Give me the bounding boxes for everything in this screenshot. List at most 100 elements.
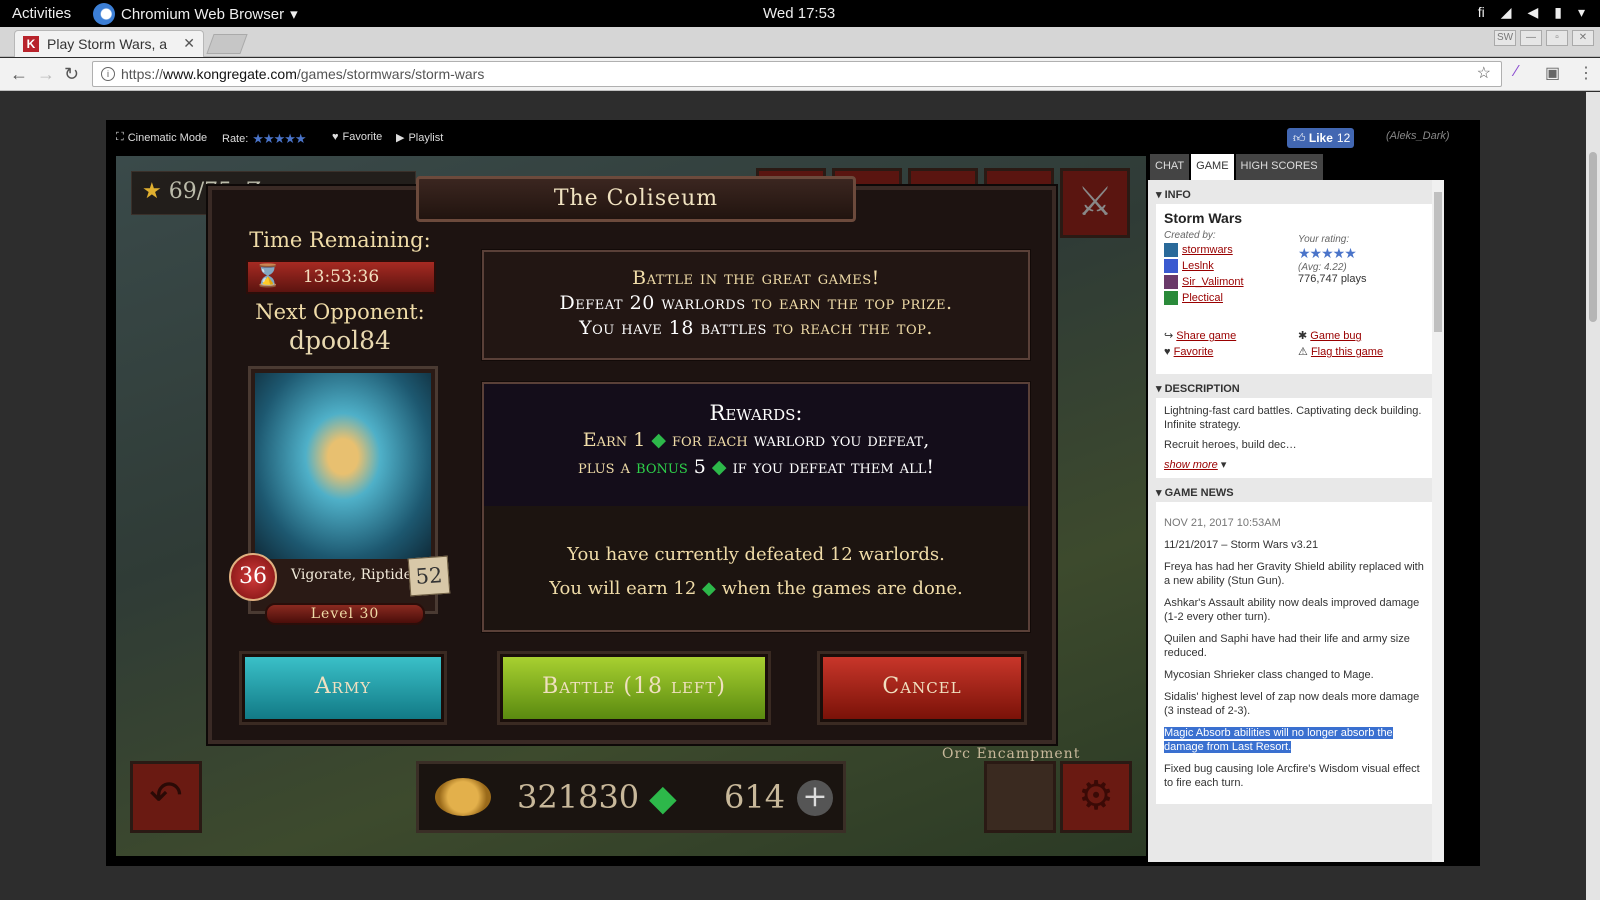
volume-icon[interactable]: ◀: [1527, 4, 1538, 21]
gem-icon: ◆: [711, 456, 727, 478]
selected-text[interactable]: Magic Absorb abilities will no longer ab…: [1164, 727, 1393, 753]
tab-high-scores[interactable]: HIGH SCORES: [1235, 154, 1323, 180]
battle-swords-icon[interactable]: ⚔: [1060, 168, 1130, 238]
rewards-panel: Rewards: Earn 1 ◆ for each warlord you d…: [481, 381, 1031, 633]
rewards-warlord: warlord you defeat,: [753, 429, 930, 451]
show-more-link[interactable]: show more ▾: [1164, 458, 1428, 472]
intro-panel: Battle in the great games! Defeat 20 war…: [481, 249, 1031, 361]
creator-link[interactable]: Plectical: [1182, 292, 1223, 304]
avatar: [1164, 259, 1178, 273]
intro-line-1: Battle in the great games!: [632, 267, 880, 289]
back-arrow-button[interactable]: ↶: [130, 761, 202, 833]
page-scrollbar[interactable]: [1586, 92, 1600, 900]
intro-battles: You have 18 battles: [579, 317, 767, 339]
report-links: ✱ Game bug ⚠ Flag this game: [1298, 328, 1383, 360]
flag-game-link[interactable]: ⚠ Flag this game: [1298, 344, 1383, 360]
creator[interactable]: Leslnk: [1164, 259, 1428, 273]
creator-link[interactable]: Sir_Valimont: [1182, 276, 1244, 288]
forward-icon[interactable]: →: [37, 64, 55, 85]
creator[interactable]: Sir_Valimont: [1164, 275, 1428, 289]
coliseum-dialog: The Coliseum Time Remaining: ⌛ 13:53:36 N…: [208, 176, 1056, 744]
news-item: Ashkar's Assault ability now deals impro…: [1164, 597, 1420, 623]
profile-badge[interactable]: SW: [1494, 30, 1516, 46]
settings-gear-icon[interactable]: ⚙: [1060, 761, 1132, 833]
app-name: Chromium Web Browser: [121, 5, 285, 23]
close-window-icon[interactable]: ✕: [1572, 30, 1594, 46]
clock[interactable]: Wed 17:53: [763, 5, 835, 22]
info-header[interactable]: ▾ INFO: [1148, 180, 1444, 204]
reload-icon[interactable]: ↻: [64, 64, 79, 85]
game-canvas[interactable]: ★ 69/75 Zoom: ⚔ ↶ 321830 ◆ 614 + Orc Enc…: [116, 156, 1146, 856]
play-count: 776,747 plays: [1298, 273, 1367, 285]
news-item: Sidalis' highest level of zap now deals …: [1164, 691, 1420, 717]
extension-icon[interactable]: ⁄: [1515, 63, 1518, 81]
play-icon: ▶: [396, 132, 405, 144]
wifi-icon[interactable]: ◢: [1501, 4, 1512, 21]
system-tray[interactable]: fi ◢ ◀ ▮ ▾: [1478, 4, 1585, 21]
favorite-label: Favorite: [1173, 346, 1214, 358]
your-rating-label: Your rating:: [1298, 234, 1350, 245]
hero-card[interactable]: 36 Vigorate, Riptide 52 Level 30: [229, 366, 451, 625]
hero-name: Vigorate, Riptide: [291, 567, 412, 583]
tab-chat[interactable]: CHAT: [1150, 154, 1190, 180]
game-bug-label: Game bug: [1310, 330, 1362, 342]
chevron-down-icon: ▾: [1220, 459, 1227, 471]
creator-link[interactable]: Leslnk: [1182, 260, 1214, 272]
add-gems-button[interactable]: +: [797, 780, 833, 816]
sidebar-scrollbar[interactable]: [1432, 180, 1444, 862]
chevron-down-icon[interactable]: ▾: [1578, 4, 1585, 21]
creator-link[interactable]: stormwars: [1182, 244, 1233, 256]
battle-button[interactable]: Battle (18 left): [500, 654, 768, 722]
creator[interactable]: stormwars: [1164, 243, 1428, 257]
description-header[interactable]: ▾ DESCRIPTION: [1148, 374, 1444, 398]
flag-label: Flag this game: [1310, 346, 1384, 358]
favorite-button[interactable]: ♥ Favorite: [332, 131, 382, 143]
app-menu[interactable]: Chromium Web Browser ▾: [93, 3, 298, 25]
menu-icon[interactable]: ⋮: [1578, 63, 1594, 83]
scroll-thumb[interactable]: [1434, 192, 1442, 332]
dialog-title: The Coliseum: [416, 176, 856, 222]
hero-portrait: [255, 373, 431, 559]
tab-game[interactable]: GAME: [1191, 154, 1234, 180]
close-tab-icon[interactable]: ✕: [183, 35, 195, 52]
facebook-like-button[interactable]: 👍︎ Like 12: [1287, 128, 1354, 148]
share-game-link[interactable]: ↪ Share game: [1164, 328, 1236, 344]
back-icon[interactable]: ←: [10, 64, 28, 85]
news-header[interactable]: ▾ GAME NEWS: [1148, 478, 1444, 502]
rating[interactable]: Rate: ★★★★★: [222, 131, 307, 147]
creator[interactable]: Plectical: [1164, 291, 1428, 305]
info-icon[interactable]: i: [101, 67, 115, 81]
like-label: Like: [1308, 131, 1333, 145]
playlist-label: Playlist: [408, 131, 444, 144]
favorite-link[interactable]: ♥ Favorite: [1164, 344, 1236, 360]
show-more-label: show more: [1164, 459, 1218, 471]
username[interactable]: (Aleks_Dark): [1386, 130, 1450, 142]
army-button[interactable]: Army: [242, 654, 444, 722]
description-box: Lightning-fast card battles. Captivating…: [1156, 398, 1436, 478]
bookmark-star-icon[interactable]: ☆: [1477, 62, 1491, 86]
tab-storm-wars[interactable]: K Play Storm Wars, a ✕: [14, 30, 204, 57]
rating-stars-icon[interactable]: ★★★★★: [252, 131, 306, 147]
cast-icon[interactable]: ▣: [1545, 63, 1560, 83]
tab-title: Play Storm Wars, a: [47, 36, 168, 52]
language-indicator[interactable]: fi: [1478, 4, 1485, 21]
location-label: Orc Encampment: [942, 746, 1081, 762]
activities-button[interactable]: Activities: [12, 5, 71, 22]
playlist-button[interactable]: ▶ Playlist: [396, 131, 444, 145]
cancel-button[interactable]: Cancel: [820, 654, 1024, 722]
gem-icon: ◆: [702, 578, 716, 599]
battery-icon[interactable]: ▮: [1554, 4, 1562, 21]
scroll-thumb[interactable]: [1589, 152, 1597, 322]
intro-line-3: You have 18 battles to reach the top.: [484, 316, 1028, 341]
new-tab-button[interactable]: [206, 34, 248, 54]
share-label: Share game: [1176, 330, 1237, 342]
created-by-label: Created by:: [1164, 230, 1216, 241]
address-bar[interactable]: i https://www.kongregate.com/games/storm…: [92, 61, 1502, 87]
hero-portrait-button[interactable]: [984, 761, 1056, 833]
cinematic-mode-button[interactable]: ⛶ Cinematic Mode: [116, 131, 207, 144]
minimize-icon[interactable]: —: [1520, 30, 1542, 46]
maximize-icon[interactable]: ▫: [1546, 30, 1568, 46]
your-rating-stars-icon[interactable]: ★★★★★: [1298, 245, 1367, 262]
like-count: 12: [1336, 131, 1351, 145]
game-bug-link[interactable]: ✱ Game bug: [1298, 328, 1383, 344]
